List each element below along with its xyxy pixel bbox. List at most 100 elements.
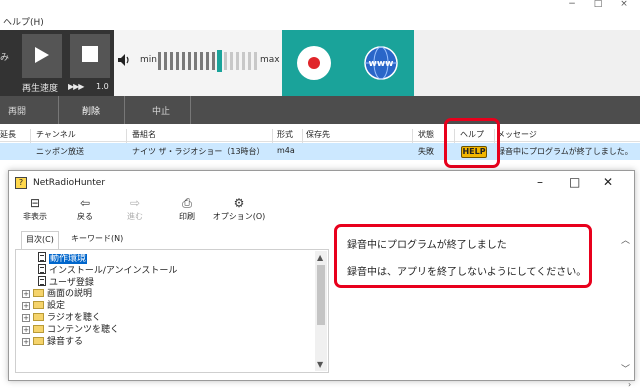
volume-tick	[242, 52, 245, 70]
volume-tick	[212, 52, 215, 70]
main-toolbar: み 再生速度 ▶▶▶ 1.0 min max www	[0, 30, 640, 96]
help-close-button[interactable]: ✕	[603, 175, 613, 189]
volume-tick	[254, 52, 257, 70]
tab-keyword[interactable]: キーワード(N)	[67, 231, 127, 249]
help-maximize-button[interactable]: □	[569, 175, 580, 189]
minimize-button[interactable]: −	[560, 0, 584, 10]
tree-item-install[interactable]: インストール/アンインストール	[38, 264, 177, 276]
close-button[interactable]: ×	[612, 0, 636, 10]
volume-tick	[188, 52, 191, 70]
maximize-button[interactable]: □	[586, 0, 610, 10]
forward-button[interactable]: ⇨ 進む	[109, 195, 161, 227]
volume-panel: min max	[114, 30, 282, 96]
col-save-to[interactable]: 保存先	[306, 129, 330, 140]
truncated-label: み	[0, 53, 10, 63]
stop-button[interactable]	[70, 34, 110, 78]
hide-button[interactable]: ⊟ 非表示	[9, 195, 61, 227]
menu-help[interactable]: ヘルプ(H)	[3, 15, 44, 28]
menu-bar: ヘルプ(H) − □ ×	[0, 0, 640, 30]
volume-slider[interactable]	[158, 50, 258, 72]
folder-icon	[33, 301, 44, 309]
stop-icon	[82, 46, 98, 62]
content-scroll-up-icon[interactable]: ︿	[621, 233, 630, 246]
col-program[interactable]: 番組名	[132, 129, 156, 140]
volume-tick	[170, 52, 173, 70]
table-row[interactable]: ニッポン放送 ナイツ ザ・ラジオショー（13時台） m4a 失敗 HELP 録音…	[0, 143, 640, 160]
folder-icon	[33, 325, 44, 333]
list-header: 延長 チャンネル 番組名 形式 保存先 状態 ヘルプ メッセージ	[0, 126, 640, 144]
volume-tick	[230, 52, 233, 70]
folder-icon	[33, 289, 44, 297]
content-scroll-down-icon[interactable]: ﹀	[621, 362, 630, 375]
hide-icon: ⊟	[29, 196, 41, 210]
www-button[interactable]: www	[348, 30, 414, 96]
document-icon	[38, 264, 46, 274]
expand-icon[interactable]: +	[22, 314, 30, 322]
expand-icon[interactable]: +	[22, 326, 30, 334]
tree-item-listen-radio[interactable]: + ラジオを聴く	[22, 312, 101, 324]
help-minimize-button[interactable]: –	[537, 175, 543, 189]
volume-thumb[interactable]	[217, 50, 222, 72]
tree-item-screen-desc[interactable]: + 画面の説明	[22, 288, 92, 300]
svg-text:www: www	[369, 59, 394, 69]
volume-tick	[158, 52, 161, 70]
document-icon	[38, 276, 46, 286]
help-navigation-pane: 目次(C) キーワード(N) 動作環境 インストール/アンインストール ユーザ登…	[15, 229, 329, 373]
speed-value: 1.0	[96, 82, 109, 91]
options-button[interactable]: ⚙ オプション(O)	[209, 195, 269, 227]
volume-tick	[164, 52, 167, 70]
expand-icon[interactable]: +	[22, 338, 30, 346]
expand-icon[interactable]: +	[22, 290, 30, 298]
tree-scrollbar[interactable]: ▲ ▼	[315, 251, 327, 371]
volume-tick	[200, 52, 203, 70]
tab-contents[interactable]: 目次(C)	[21, 231, 59, 249]
col-status[interactable]: 状態	[418, 129, 434, 140]
cell-program: ナイツ ザ・ラジオショー（13時台）	[132, 147, 265, 156]
action-bar: 再開 削除 中止	[0, 96, 640, 124]
volume-tick	[236, 52, 239, 70]
help-tabs: 目次(C) キーワード(N)	[15, 229, 329, 249]
tree-item-operating-env[interactable]: 動作環境	[38, 252, 88, 264]
expand-icon[interactable]: +	[22, 302, 30, 310]
back-arrow-icon: ⇦	[79, 196, 91, 210]
tree-item-user-reg[interactable]: ユーザ登録	[38, 276, 94, 288]
col-channel[interactable]: チャンネル	[36, 129, 76, 140]
forward-arrow-icon: ⇨	[129, 196, 141, 210]
volume-tick	[182, 52, 185, 70]
speed-arrows-icon[interactable]: ▶▶▶	[68, 82, 85, 91]
col-message[interactable]: メッセージ	[497, 129, 537, 140]
delete-button[interactable]: 削除	[82, 104, 100, 117]
volume-tick	[248, 52, 251, 70]
cell-format: m4a	[277, 146, 295, 155]
tree-item-record[interactable]: + 録音する	[22, 336, 83, 348]
print-button[interactable]: ⎙ 印刷	[161, 195, 213, 227]
cancel-button[interactable]: 中止	[152, 104, 170, 117]
printer-icon: ⎙	[182, 196, 192, 210]
scroll-thumb[interactable]	[317, 265, 325, 325]
highlight-box-help	[444, 118, 500, 168]
play-icon	[35, 47, 49, 63]
document-icon	[38, 252, 46, 262]
play-button[interactable]	[22, 34, 62, 78]
volume-tick	[194, 52, 197, 70]
col-format[interactable]: 形式	[277, 129, 293, 140]
scroll-right-icon[interactable]: ›	[628, 380, 631, 389]
volume-tick	[206, 52, 209, 70]
help-window-title: NetRadioHunter	[33, 178, 106, 188]
resume-button[interactable]: 再開	[8, 104, 26, 117]
col-delay[interactable]: 延長	[0, 129, 16, 140]
scroll-up-icon[interactable]: ▲	[317, 253, 323, 262]
highlight-box-message	[334, 224, 592, 288]
folder-icon	[33, 337, 44, 345]
scroll-down-icon[interactable]: ▼	[317, 360, 323, 369]
options-icon: ⚙	[233, 196, 245, 210]
speaker-icon	[118, 54, 129, 66]
tree-item-listen-content[interactable]: + コンテンツを聴く	[22, 324, 119, 336]
playback-speed-label: 再生速度	[22, 84, 59, 94]
record-button[interactable]	[282, 30, 348, 96]
back-button[interactable]: ⇦ 戻る	[59, 195, 111, 227]
contents-tree: 動作環境 インストール/アンインストール ユーザ登録 + 画面の説明 + 設定 + ラ…	[15, 249, 329, 373]
tree-item-settings[interactable]: + 設定	[22, 300, 65, 312]
help-window-titlebar: ? NetRadioHunter – □ ✕	[9, 171, 634, 195]
help-app-icon: ?	[15, 177, 27, 189]
